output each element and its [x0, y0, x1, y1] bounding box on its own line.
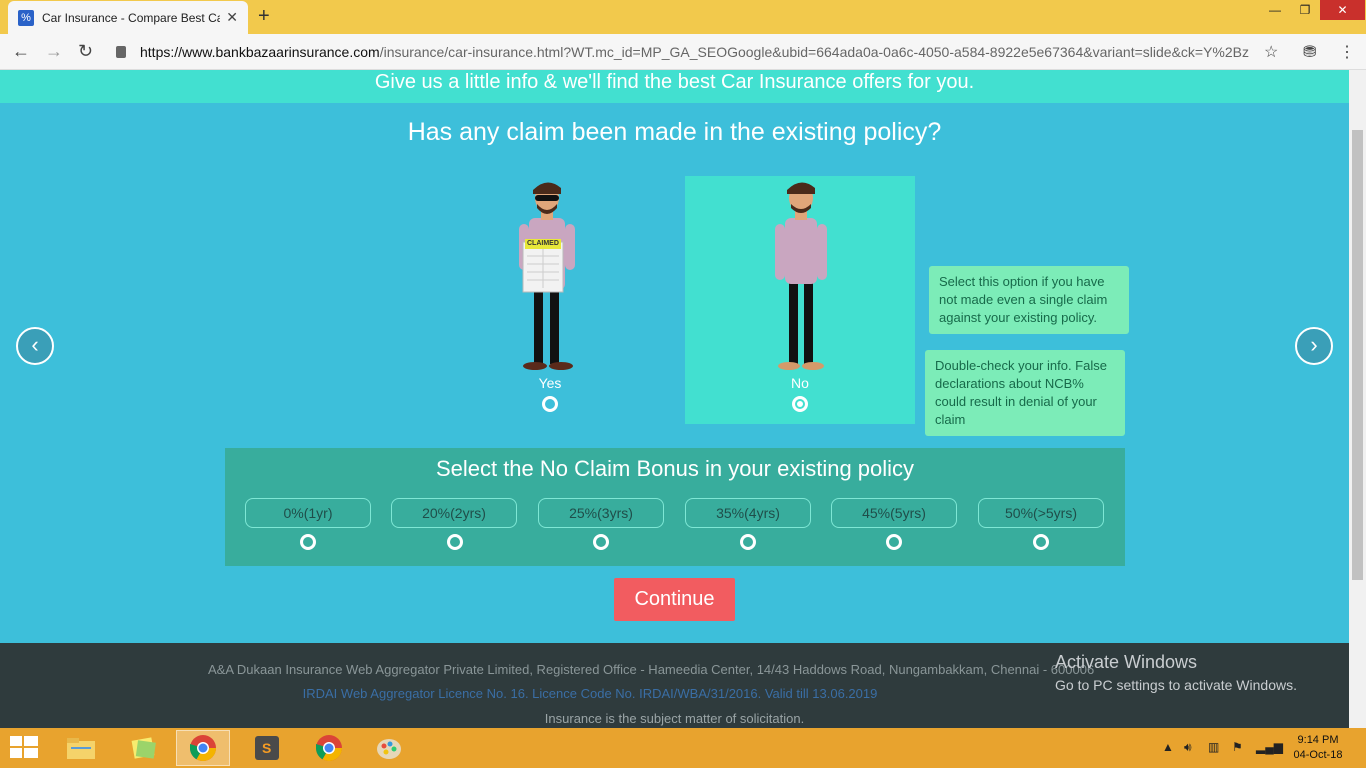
footer-disclaimer: Insurance is the subject matter of solic…: [544, 711, 805, 726]
clock-time: 9:14 PM: [1297, 734, 1339, 746]
action-center-flag-icon[interactable]: ⚑: [1232, 740, 1243, 754]
browser-tab-bar: % Car Insurance - Compare Best Ca ✕ + — …: [0, 0, 1366, 34]
browser-tab[interactable]: % Car Insurance - Compare Best Ca ✕: [8, 1, 248, 34]
no-claim-hint-tooltip: Select this option if you have not made …: [929, 266, 1129, 334]
tab-close-icon[interactable]: ✕: [226, 9, 238, 26]
windows-activation-watermark: Activate Windows Go to PC settings to ac…: [1055, 652, 1297, 693]
option-yes-radio[interactable]: [542, 396, 558, 412]
ncb-option-20[interactable]: 20%(2yrs): [391, 498, 517, 528]
option-no[interactable]: No: [685, 176, 915, 424]
site-favicon-icon: %: [18, 9, 34, 26]
option-no-radio[interactable]: [792, 396, 808, 412]
start-button-icon[interactable]: [10, 736, 38, 760]
chrome-icon[interactable]: [302, 730, 356, 766]
ncb-radio-45[interactable]: [886, 534, 902, 550]
close-window-icon[interactable]: ✕: [1320, 0, 1365, 20]
page-scrollbar[interactable]: [1349, 70, 1366, 728]
show-hidden-icons-icon[interactable]: ▲: [1162, 740, 1174, 754]
network-icon[interactable]: ▥: [1208, 740, 1219, 754]
ncb-option-35[interactable]: 35%(4yrs): [685, 498, 811, 528]
windows-taskbar: S ▲ 🔊︎ ▥ ⚑ ▂▄▆ 9:14 PM 04-Oct-18: [0, 728, 1366, 768]
chrome-icon-active[interactable]: [176, 730, 230, 766]
bookmark-star-icon[interactable]: ☆: [1264, 42, 1278, 62]
ncb-radio-50[interactable]: [1033, 534, 1049, 550]
option-yes-label: Yes: [538, 375, 562, 391]
sublime-text-icon[interactable]: S: [240, 730, 294, 766]
menu-icon[interactable]: ⋮: [1339, 42, 1355, 62]
ncb-radio-25[interactable]: [593, 534, 609, 550]
reload-icon[interactable]: ↻: [78, 41, 93, 62]
clock-date: 04-Oct-18: [1293, 749, 1343, 761]
ncb-option-25[interactable]: 25%(3yrs): [538, 498, 664, 528]
ncb-option-50[interactable]: 50%(>5yrs): [978, 498, 1104, 528]
scrollbar-thumb[interactable]: [1352, 130, 1363, 580]
url-path: /insurance/car-insurance.html?WT.mc_id=M…: [379, 44, 1250, 60]
no-claim-man-illustration: [775, 182, 827, 370]
watermark-subtitle: Go to PC settings to activate Windows.: [1055, 677, 1297, 693]
ncb-warning-tooltip: Double-check your info. False declaratio…: [925, 350, 1125, 436]
svg-text:S: S: [262, 740, 271, 756]
claimed-man-illustration: [519, 182, 575, 370]
taskbar-clock[interactable]: 9:14 PM 04-Oct-18: [1286, 733, 1350, 763]
ncb-radio-35[interactable]: [740, 534, 756, 550]
volume-icon[interactable]: 🔊︎: [1184, 740, 1192, 755]
ncb-option-0[interactable]: 0%(1yr): [245, 498, 371, 528]
page-question: Has any claim been made in the existing …: [407, 118, 942, 146]
ncb-option-45[interactable]: 45%(5yrs): [831, 498, 957, 528]
info-banner: Give us a little info & we'll find the b…: [0, 70, 1349, 103]
claimed-badge: CLAIMED: [527, 240, 559, 247]
watermark-title: Activate Windows: [1055, 652, 1198, 672]
minimize-icon[interactable]: —: [1260, 0, 1290, 20]
ncb-radio-20[interactable]: [447, 534, 463, 550]
lock-icon: [116, 46, 126, 58]
back-icon[interactable]: ←: [12, 41, 30, 62]
option-yes[interactable]: CLAIMED Yes: [435, 176, 665, 424]
restore-icon[interactable]: ❐: [1290, 0, 1320, 20]
new-tab-button[interactable]: +: [258, 5, 270, 28]
ncb-panel: Select the No Claim Bonus in your existi…: [225, 448, 1125, 566]
window-controls: — ❐ ✕: [1260, 0, 1365, 22]
url-host: https://www.bankbazaarinsurance.com: [140, 44, 380, 60]
address-bar[interactable]: https://www.bankbazaarinsurance.com/insu…: [108, 38, 1288, 66]
url-text: https://www.bankbazaarinsurance.com/insu…: [140, 44, 1250, 60]
continue-button[interactable]: Continue: [614, 578, 735, 621]
forward-icon[interactable]: →: [45, 41, 63, 62]
paint-icon[interactable]: [362, 730, 416, 766]
incognito-icon[interactable]: ⛃: [1303, 42, 1316, 62]
browser-toolbar: ← → ↻ https://www.bankbazaarinsurance.co…: [0, 34, 1366, 70]
file-explorer-icon[interactable]: [54, 730, 108, 766]
ncb-title: Select the No Claim Bonus in your existi…: [435, 456, 915, 481]
sticky-notes-icon[interactable]: [116, 730, 170, 766]
signal-strength-icon[interactable]: ▂▄▆: [1256, 740, 1283, 754]
ncb-radio-0[interactable]: [300, 534, 316, 550]
footer-licence-link[interactable]: IRDAI Web Aggregator Licence No. 16. Lic…: [0, 686, 1180, 701]
tab-title: Car Insurance - Compare Best Ca: [42, 10, 221, 25]
footer-company-address: A&A Dukaan Insurance Web Aggregator Priv…: [208, 662, 1095, 677]
next-slide-button[interactable]: ›: [1295, 327, 1333, 365]
previous-slide-button[interactable]: ‹: [16, 327, 54, 365]
option-no-label: No: [791, 375, 809, 391]
